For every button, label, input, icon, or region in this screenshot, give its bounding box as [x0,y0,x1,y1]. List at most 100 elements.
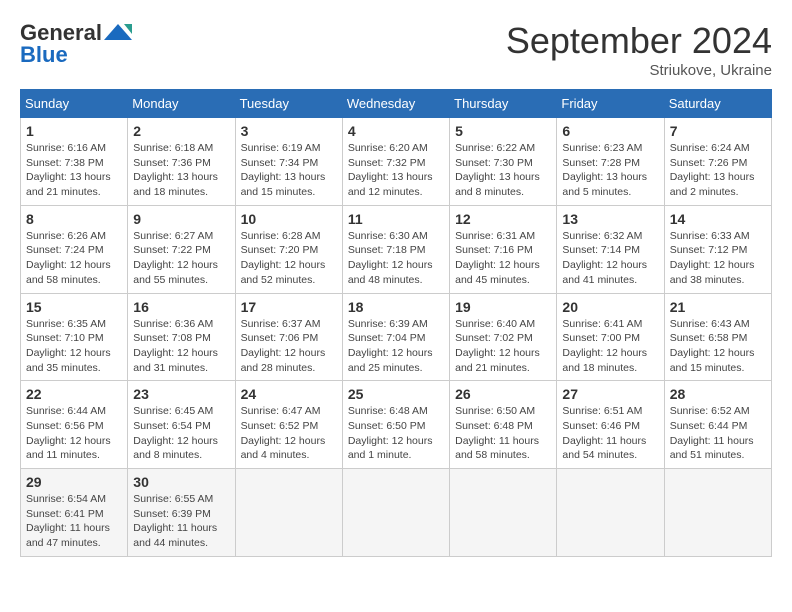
col-header-friday: Friday [557,90,664,118]
day-number: 20 [562,299,658,315]
calendar-week-4: 22 Sunrise: 6:44 AM Sunset: 6:56 PM Dayli… [21,381,772,469]
calendar-cell: 24 Sunrise: 6:47 AM Sunset: 6:52 PM Dayli… [235,381,342,469]
day-info: Sunrise: 6:28 AM Sunset: 7:20 PM Dayligh… [241,229,337,288]
day-info: Sunrise: 6:48 AM Sunset: 6:50 PM Dayligh… [348,404,444,463]
calendar-cell: 30 Sunrise: 6:55 AM Sunset: 6:39 PM Dayli… [128,469,235,557]
day-info: Sunrise: 6:32 AM Sunset: 7:14 PM Dayligh… [562,229,658,288]
day-number: 26 [455,386,551,402]
day-info: Sunrise: 6:27 AM Sunset: 7:22 PM Dayligh… [133,229,229,288]
day-info: Sunrise: 6:24 AM Sunset: 7:26 PM Dayligh… [670,141,766,200]
day-number: 15 [26,299,122,315]
calendar-cell: 12 Sunrise: 6:31 AM Sunset: 7:16 PM Dayli… [450,205,557,293]
calendar-week-2: 8Sunrise: 6:26 AM Sunset: 7:24 PM Daylig… [21,205,772,293]
calendar-cell: 11Sunrise: 6:30 AM Sunset: 7:18 PM Dayli… [342,205,449,293]
calendar-cell: 23Sunrise: 6:45 AM Sunset: 6:54 PM Dayli… [128,381,235,469]
day-number: 16 [133,299,229,315]
day-number: 11 [348,211,444,227]
day-number: 10 [241,211,337,227]
day-number: 13 [562,211,658,227]
day-info: Sunrise: 6:40 AM Sunset: 7:02 PM Dayligh… [455,317,551,376]
day-number: 19 [455,299,551,315]
page-header: General Blue September 2024 Striukove, U… [20,20,772,79]
day-number: 27 [562,386,658,402]
calendar-cell [450,469,557,557]
calendar-cell: 15 Sunrise: 6:35 AM Sunset: 7:10 PM Dayli… [21,293,128,381]
day-info: Sunrise: 6:50 AM Sunset: 6:48 PM Dayligh… [455,404,551,463]
day-number: 12 [455,211,551,227]
day-info: Sunrise: 6:41 AM Sunset: 7:00 PM Dayligh… [562,317,658,376]
day-info: Sunrise: 6:35 AM Sunset: 7:10 PM Dayligh… [26,317,122,376]
calendar-cell: 1Sunrise: 6:16 AM Sunset: 7:38 PM Daylig… [21,118,128,206]
day-number: 25 [348,386,444,402]
calendar-cell [664,469,771,557]
day-info: Sunrise: 6:52 AM Sunset: 6:44 PM Dayligh… [670,404,766,463]
calendar-table: SundayMondayTuesdayWednesdayThursdayFrid… [20,89,772,557]
day-number: 5 [455,123,551,139]
day-number: 24 [241,386,337,402]
day-info: Sunrise: 6:33 AM Sunset: 7:12 PM Dayligh… [670,229,766,288]
calendar-week-5: 29 Sunrise: 6:54 AM Sunset: 6:41 PM Dayli… [21,469,772,557]
day-number: 6 [562,123,658,139]
calendar-cell: 4 Sunrise: 6:20 AM Sunset: 7:32 PM Daylig… [342,118,449,206]
calendar-cell: 20 Sunrise: 6:41 AM Sunset: 7:00 PM Dayli… [557,293,664,381]
col-header-saturday: Saturday [664,90,771,118]
calendar-body: 1Sunrise: 6:16 AM Sunset: 7:38 PM Daylig… [21,118,772,557]
calendar-week-3: 15 Sunrise: 6:35 AM Sunset: 7:10 PM Dayli… [21,293,772,381]
day-number: 8 [26,211,122,227]
col-header-thursday: Thursday [450,90,557,118]
day-info: Sunrise: 6:45 AM Sunset: 6:54 PM Dayligh… [133,404,229,463]
calendar-cell: 18 Sunrise: 6:39 AM Sunset: 7:04 PM Dayli… [342,293,449,381]
day-number: 29 [26,474,122,490]
logo: General Blue [20,20,132,68]
calendar-cell: 22 Sunrise: 6:44 AM Sunset: 6:56 PM Dayli… [21,381,128,469]
title-block: September 2024 Striukove, Ukraine [506,20,772,79]
day-number: 22 [26,386,122,402]
day-info: Sunrise: 6:36 AM Sunset: 7:08 PM Dayligh… [133,317,229,376]
day-info: Sunrise: 6:31 AM Sunset: 7:16 PM Dayligh… [455,229,551,288]
calendar-cell: 7Sunrise: 6:24 AM Sunset: 7:26 PM Daylig… [664,118,771,206]
calendar-cell: 6 Sunrise: 6:23 AM Sunset: 7:28 PM Daylig… [557,118,664,206]
day-number: 2 [133,123,229,139]
day-info: Sunrise: 6:20 AM Sunset: 7:32 PM Dayligh… [348,141,444,200]
calendar-header-row: SundayMondayTuesdayWednesdayThursdayFrid… [21,90,772,118]
calendar-cell: 27 Sunrise: 6:51 AM Sunset: 6:46 PM Dayli… [557,381,664,469]
col-header-monday: Monday [128,90,235,118]
month-title: September 2024 [506,20,772,62]
calendar-cell: 8Sunrise: 6:26 AM Sunset: 7:24 PM Daylig… [21,205,128,293]
day-info: Sunrise: 6:23 AM Sunset: 7:28 PM Dayligh… [562,141,658,200]
calendar-cell [557,469,664,557]
day-number: 28 [670,386,766,402]
location-subtitle: Striukove, Ukraine [506,62,772,79]
calendar-cell: 17 Sunrise: 6:37 AM Sunset: 7:06 PM Dayli… [235,293,342,381]
day-info: Sunrise: 6:18 AM Sunset: 7:36 PM Dayligh… [133,141,229,200]
day-info: Sunrise: 6:37 AM Sunset: 7:06 PM Dayligh… [241,317,337,376]
calendar-cell: 25 Sunrise: 6:48 AM Sunset: 6:50 PM Dayli… [342,381,449,469]
calendar-week-1: 1Sunrise: 6:16 AM Sunset: 7:38 PM Daylig… [21,118,772,206]
logo-icon [104,22,132,44]
col-header-wednesday: Wednesday [342,90,449,118]
day-info: Sunrise: 6:22 AM Sunset: 7:30 PM Dayligh… [455,141,551,200]
col-header-tuesday: Tuesday [235,90,342,118]
day-info: Sunrise: 6:44 AM Sunset: 6:56 PM Dayligh… [26,404,122,463]
day-info: Sunrise: 6:55 AM Sunset: 6:39 PM Dayligh… [133,492,229,551]
calendar-cell: 14Sunrise: 6:33 AM Sunset: 7:12 PM Dayli… [664,205,771,293]
day-number: 4 [348,123,444,139]
day-info: Sunrise: 6:54 AM Sunset: 6:41 PM Dayligh… [26,492,122,551]
day-info: Sunrise: 6:43 AM Sunset: 6:58 PM Dayligh… [670,317,766,376]
calendar-cell: 16 Sunrise: 6:36 AM Sunset: 7:08 PM Dayli… [128,293,235,381]
col-header-sunday: Sunday [21,90,128,118]
day-info: Sunrise: 6:51 AM Sunset: 6:46 PM Dayligh… [562,404,658,463]
day-number: 17 [241,299,337,315]
calendar-cell: 3Sunrise: 6:19 AM Sunset: 7:34 PM Daylig… [235,118,342,206]
day-info: Sunrise: 6:39 AM Sunset: 7:04 PM Dayligh… [348,317,444,376]
calendar-cell: 13 Sunrise: 6:32 AM Sunset: 7:14 PM Dayli… [557,205,664,293]
calendar-cell: 2 Sunrise: 6:18 AM Sunset: 7:36 PM Daylig… [128,118,235,206]
calendar-cell: 29 Sunrise: 6:54 AM Sunset: 6:41 PM Dayli… [21,469,128,557]
day-info: Sunrise: 6:47 AM Sunset: 6:52 PM Dayligh… [241,404,337,463]
day-number: 18 [348,299,444,315]
day-number: 30 [133,474,229,490]
calendar-cell: 10 Sunrise: 6:28 AM Sunset: 7:20 PM Dayli… [235,205,342,293]
day-number: 1 [26,123,122,139]
calendar-cell: 28 Sunrise: 6:52 AM Sunset: 6:44 PM Dayli… [664,381,771,469]
day-number: 9 [133,211,229,227]
